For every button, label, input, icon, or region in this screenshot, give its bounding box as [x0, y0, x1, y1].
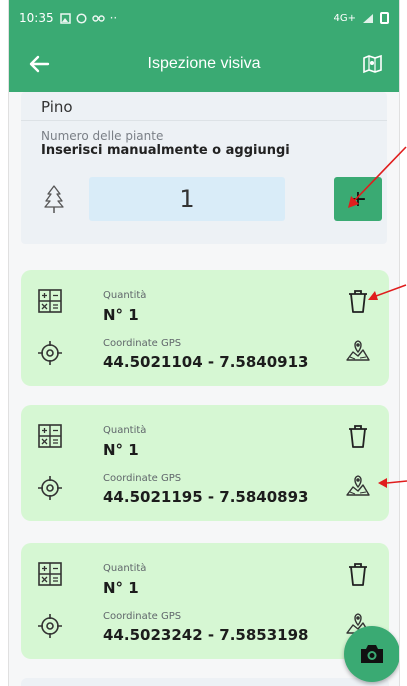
quantity-label: Quantità	[103, 290, 147, 301]
map-trees-icon[interactable]	[361, 52, 385, 76]
page-title: Ispezione visiva	[147, 55, 261, 72]
quantity-label: Quantità	[103, 425, 147, 436]
map-pin-icon[interactable]	[345, 473, 371, 499]
next-card-edge	[21, 678, 389, 686]
crosshair-icon	[38, 476, 62, 500]
quantity-value: N° 1	[103, 579, 139, 597]
gps-row: Coordinate GPS 44.5021195 - 7.5840893	[21, 467, 389, 517]
quantity-row: Quantità N° 1	[21, 415, 389, 465]
crosshair-icon	[38, 341, 62, 365]
entry-card: Quantità N° 1 Coordinate GPS 44.5023242 …	[21, 543, 389, 659]
link-icon	[91, 14, 105, 22]
battery-icon	[380, 12, 389, 24]
trash-icon[interactable]	[345, 288, 371, 314]
map-pin-icon[interactable]	[345, 338, 371, 364]
camera-icon	[361, 645, 383, 663]
quantity-label: Quantità	[103, 563, 147, 574]
status-bar: 10:35 ·· 4G+	[9, 0, 399, 36]
plant-count-label: Numero delle piante	[41, 129, 164, 143]
tree-icon	[44, 185, 64, 213]
add-plant-button[interactable]: +	[334, 177, 382, 221]
status-right: 4G+	[333, 12, 389, 24]
entry-card: Quantità N° 1 Coordinate GPS 44.5021195 …	[21, 405, 389, 521]
crosshair-icon	[38, 614, 62, 638]
camera-button[interactable]	[344, 626, 399, 682]
status-time: 10:35	[19, 11, 54, 25]
calculator-icon	[38, 424, 62, 448]
gallery-icon	[59, 12, 71, 24]
arrow-left-icon	[29, 55, 50, 73]
quantity-row: Quantità N° 1	[21, 553, 389, 603]
plus-icon: +	[348, 186, 368, 212]
plant-count-input[interactable]	[89, 177, 285, 221]
gps-value: 44.5021195 - 7.5840893	[103, 488, 309, 506]
calculator-icon	[38, 562, 62, 586]
plant-count-hint: Inserisci manualmente o aggiungi	[41, 143, 290, 158]
phone-screen: 10:35 ·· 4G+ Ispezione visiva Pino Numer…	[8, 0, 400, 686]
notification-icons: ··	[59, 11, 118, 25]
gps-value: 44.5023242 - 7.5853198	[103, 626, 309, 644]
plant-info-card: Pino Numero delle piante Inserisci manua…	[21, 92, 387, 244]
trash-icon[interactable]	[345, 561, 371, 587]
quantity-value: N° 1	[103, 441, 139, 459]
app-bar: Ispezione visiva	[9, 36, 399, 92]
more-dots-icon: ··	[109, 11, 118, 25]
gps-row: Coordinate GPS 44.5021104 - 7.5840913	[21, 332, 389, 382]
gps-label: Coordinate GPS	[103, 611, 182, 622]
signal-icon	[363, 13, 373, 23]
gps-label: Coordinate GPS	[103, 338, 182, 349]
whatsapp-icon	[76, 12, 87, 24]
status-left: 10:35 ··	[19, 11, 117, 25]
gps-row: Coordinate GPS 44.5023242 - 7.5853198	[21, 605, 389, 655]
back-button[interactable]	[23, 48, 55, 80]
quantity-row: Quantità N° 1	[21, 280, 389, 330]
quantity-value: N° 1	[103, 306, 139, 324]
trash-icon[interactable]	[345, 423, 371, 449]
calculator-icon	[38, 289, 62, 313]
divider	[21, 120, 387, 121]
gps-value: 44.5021104 - 7.5840913	[103, 353, 309, 371]
species-name: Pino	[41, 98, 73, 116]
gps-label: Coordinate GPS	[103, 473, 182, 484]
entry-card: Quantità N° 1 Coordinate GPS 44.5021104 …	[21, 270, 389, 386]
network-indicator: 4G+	[333, 12, 357, 24]
